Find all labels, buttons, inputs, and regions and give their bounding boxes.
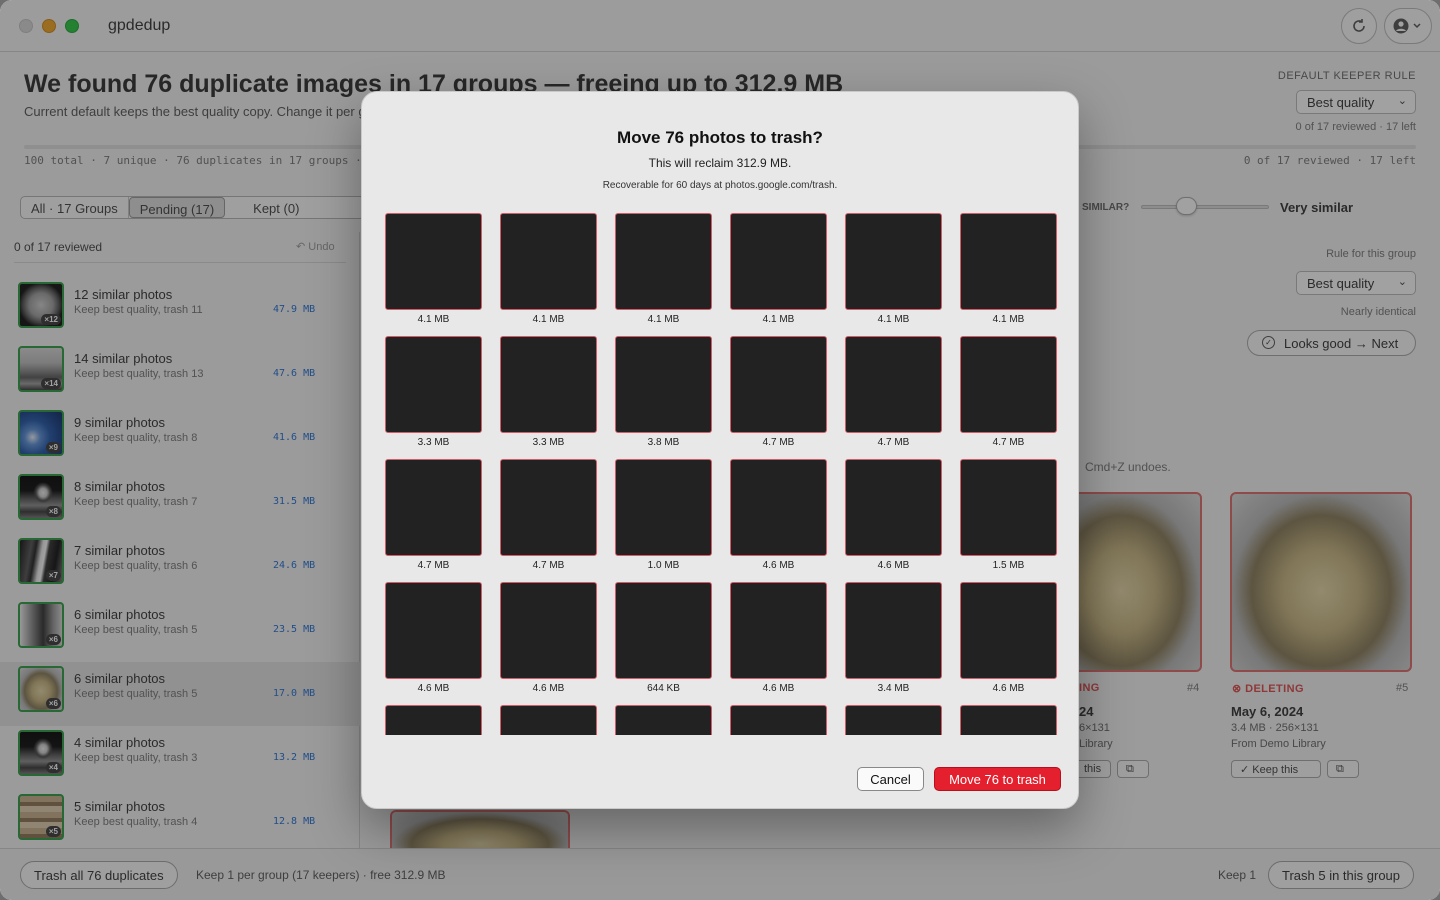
trash-photo-size: 1.5 MB (992, 560, 1025, 571)
trash-photo-size: 4.1 MB (532, 314, 565, 325)
trash-photo-thumbnail (385, 459, 482, 556)
trash-photo-thumbnail (845, 582, 942, 679)
trash-photo-tile[interactable]: 4.7 MB (500, 459, 597, 571)
trash-photo-tile[interactable]: 4.6 MB (845, 459, 942, 571)
trash-photo-size: 4.1 MB (417, 314, 450, 325)
trash-photo-tile[interactable]: 4.6 MB (385, 582, 482, 694)
trash-photo-thumbnail (960, 213, 1057, 310)
trash-photo-thumbnail (730, 705, 827, 735)
trash-photo-tile[interactable]: 3.3 MB (385, 336, 482, 448)
trash-photo-thumbnail (730, 336, 827, 433)
trash-photo-size: 1.0 MB (647, 560, 680, 571)
trash-photo-size: 4.7 MB (532, 560, 565, 571)
trash-photo-size: 4.1 MB (762, 314, 795, 325)
dialog-title: Move 76 photos to trash? (617, 128, 823, 147)
move-to-trash-button[interactable]: Move 76 to trash (934, 767, 1061, 791)
trash-photo-tile[interactable] (845, 705, 942, 735)
trash-photo-tile[interactable] (960, 705, 1057, 735)
trash-photo-size: 4.6 MB (762, 560, 795, 571)
trash-photo-tile[interactable]: 4.7 MB (960, 336, 1057, 448)
trash-photo-size: 4.1 MB (877, 314, 910, 325)
trash-photo-size: 4.6 MB (417, 683, 450, 694)
confirm-trash-dialog: Move 76 photos to trash? This will recla… (361, 91, 1079, 809)
trash-photo-tile[interactable]: 4.7 MB (385, 459, 482, 571)
trash-photo-tile[interactable]: 4.7 MB (730, 336, 827, 448)
trash-photo-thumbnail (500, 459, 597, 556)
trash-photo-thumbnail (730, 582, 827, 679)
trash-photo-tile[interactable] (385, 705, 482, 735)
trash-photo-size: 4.7 MB (992, 437, 1025, 448)
trash-photo-tile[interactable]: 4.6 MB (960, 582, 1057, 694)
trash-photo-thumbnail (615, 705, 712, 735)
trash-photo-tile[interactable]: 4.1 MB (730, 213, 827, 325)
trash-photo-thumbnail (845, 705, 942, 735)
trash-photo-tile[interactable]: 4.1 MB (960, 213, 1057, 325)
trash-photo-thumbnail (960, 582, 1057, 679)
trash-photo-size: 644 KB (647, 683, 680, 694)
trash-photo-thumbnail (845, 459, 942, 556)
trash-photo-thumbnail (385, 582, 482, 679)
trash-photo-size: 4.1 MB (992, 314, 1025, 325)
trash-photo-thumbnail (615, 582, 712, 679)
trash-photo-tile[interactable]: 1.0 MB (615, 459, 712, 571)
trash-photo-thumbnail (500, 582, 597, 679)
trash-photo-thumbnail (385, 705, 482, 735)
trash-photo-thumbnail (730, 459, 827, 556)
trash-photo-size: 4.7 MB (762, 437, 795, 448)
trash-photo-tile[interactable]: 4.1 MB (385, 213, 482, 325)
app-window: gpdedup We found 76 duplicate images in … (0, 0, 1440, 900)
trash-photo-tile[interactable]: 3.3 MB (500, 336, 597, 448)
dialog-subtitle: This will reclaim 312.9 MB. (648, 156, 792, 170)
trash-photo-size: 4.6 MB (762, 683, 795, 694)
trash-photo-thumbnail (385, 213, 482, 310)
trash-photo-size: 4.6 MB (992, 683, 1025, 694)
trash-photo-tile[interactable]: 1.5 MB (960, 459, 1057, 571)
dialog-recover-note: Recoverable for 60 days at photos.google… (602, 180, 838, 191)
trash-photo-size: 4.7 MB (877, 437, 910, 448)
trash-photo-thumbnail (960, 459, 1057, 556)
trash-photo-thumbnail (500, 705, 597, 735)
trash-photo-tile[interactable]: 3.8 MB (615, 336, 712, 448)
trash-photo-thumbnail (615, 213, 712, 310)
trash-photo-tile[interactable]: 4.6 MB (730, 582, 827, 694)
trash-photo-size: 4.6 MB (877, 560, 910, 571)
trash-photo-size: 3.3 MB (417, 437, 450, 448)
photo-grid[interactable]: 4.1 MB 4.1 MB 4.1 MB 4.1 MB 4.1 MB 4.1 MB 3.3 … (385, 213, 1065, 735)
trash-photo-size: 4.1 MB (647, 314, 680, 325)
trash-photo-size: 3.8 MB (647, 437, 680, 448)
trash-photo-thumbnail (385, 336, 482, 433)
trash-photo-thumbnail (500, 213, 597, 310)
trash-photo-tile[interactable] (730, 705, 827, 735)
trash-photo-tile[interactable]: 4.1 MB (615, 213, 712, 325)
trash-photo-thumbnail (730, 213, 827, 310)
trash-photo-tile[interactable]: 4.6 MB (730, 459, 827, 571)
trash-photo-thumbnail (845, 336, 942, 433)
trash-photo-size: 3.4 MB (877, 683, 910, 694)
trash-photo-tile[interactable]: 4.7 MB (845, 336, 942, 448)
trash-photo-tile[interactable]: 644 KB (615, 582, 712, 694)
trash-photo-thumbnail (960, 705, 1057, 735)
trash-photo-thumbnail (615, 336, 712, 433)
trash-photo-tile[interactable]: 4.1 MB (845, 213, 942, 325)
trash-photo-thumbnail (615, 459, 712, 556)
trash-photo-tile[interactable]: 3.4 MB (845, 582, 942, 694)
trash-photo-size: 3.3 MB (532, 437, 565, 448)
trash-photo-tile[interactable]: 4.6 MB (500, 582, 597, 694)
trash-photo-tile[interactable] (615, 705, 712, 735)
cancel-button[interactable]: Cancel (857, 767, 924, 791)
trash-photo-tile[interactable] (500, 705, 597, 735)
trash-photo-size: 4.7 MB (417, 560, 450, 571)
trash-photo-tile[interactable]: 4.1 MB (500, 213, 597, 325)
trash-photo-thumbnail (960, 336, 1057, 433)
trash-photo-thumbnail (500, 336, 597, 433)
trash-photo-thumbnail (845, 213, 942, 310)
trash-photo-size: 4.6 MB (532, 683, 565, 694)
